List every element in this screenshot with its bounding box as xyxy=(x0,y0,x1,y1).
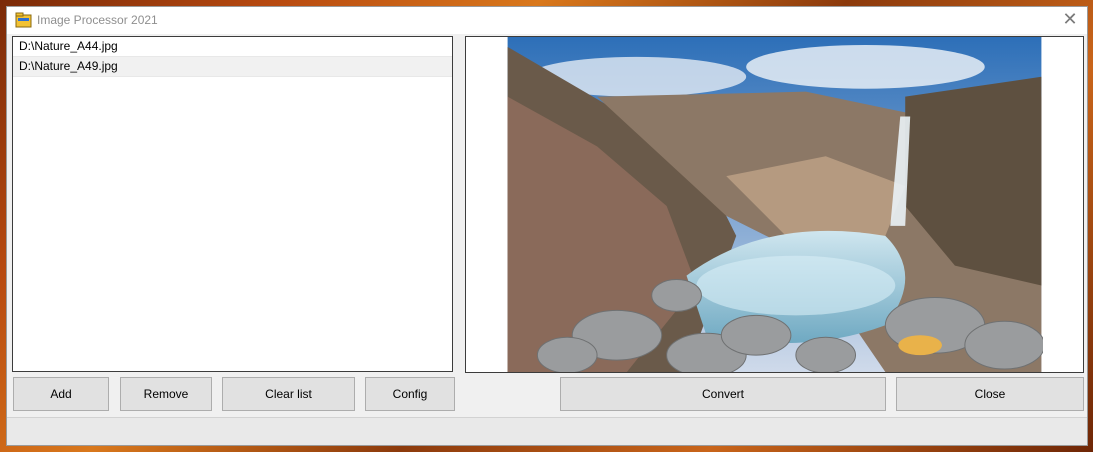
app-folder-icon xyxy=(15,12,32,28)
config-button[interactable]: Config xyxy=(365,377,455,411)
clear-list-button[interactable]: Clear list xyxy=(222,377,355,411)
window-close-icon[interactable]: ✕ xyxy=(1061,10,1079,28)
window-title: Image Processor 2021 xyxy=(37,13,158,27)
landscape-photo xyxy=(507,37,1043,372)
app-window: Image Processor 2021 ✕ D:\Nature_A44.jpg… xyxy=(6,6,1088,446)
status-bar xyxy=(7,417,1087,445)
file-list-item[interactable]: D:\Nature_A49.jpg xyxy=(13,57,452,77)
remove-button[interactable]: Remove xyxy=(120,377,212,411)
convert-button[interactable]: Convert xyxy=(560,377,886,411)
file-list-item[interactable]: D:\Nature_A44.jpg xyxy=(13,37,452,57)
close-button[interactable]: Close xyxy=(896,377,1084,411)
image-preview xyxy=(465,36,1084,373)
add-button[interactable]: Add xyxy=(13,377,109,411)
file-list[interactable]: D:\Nature_A44.jpg D:\Nature_A49.jpg xyxy=(12,36,453,372)
title-bar: Image Processor 2021 ✕ xyxy=(7,7,1087,34)
